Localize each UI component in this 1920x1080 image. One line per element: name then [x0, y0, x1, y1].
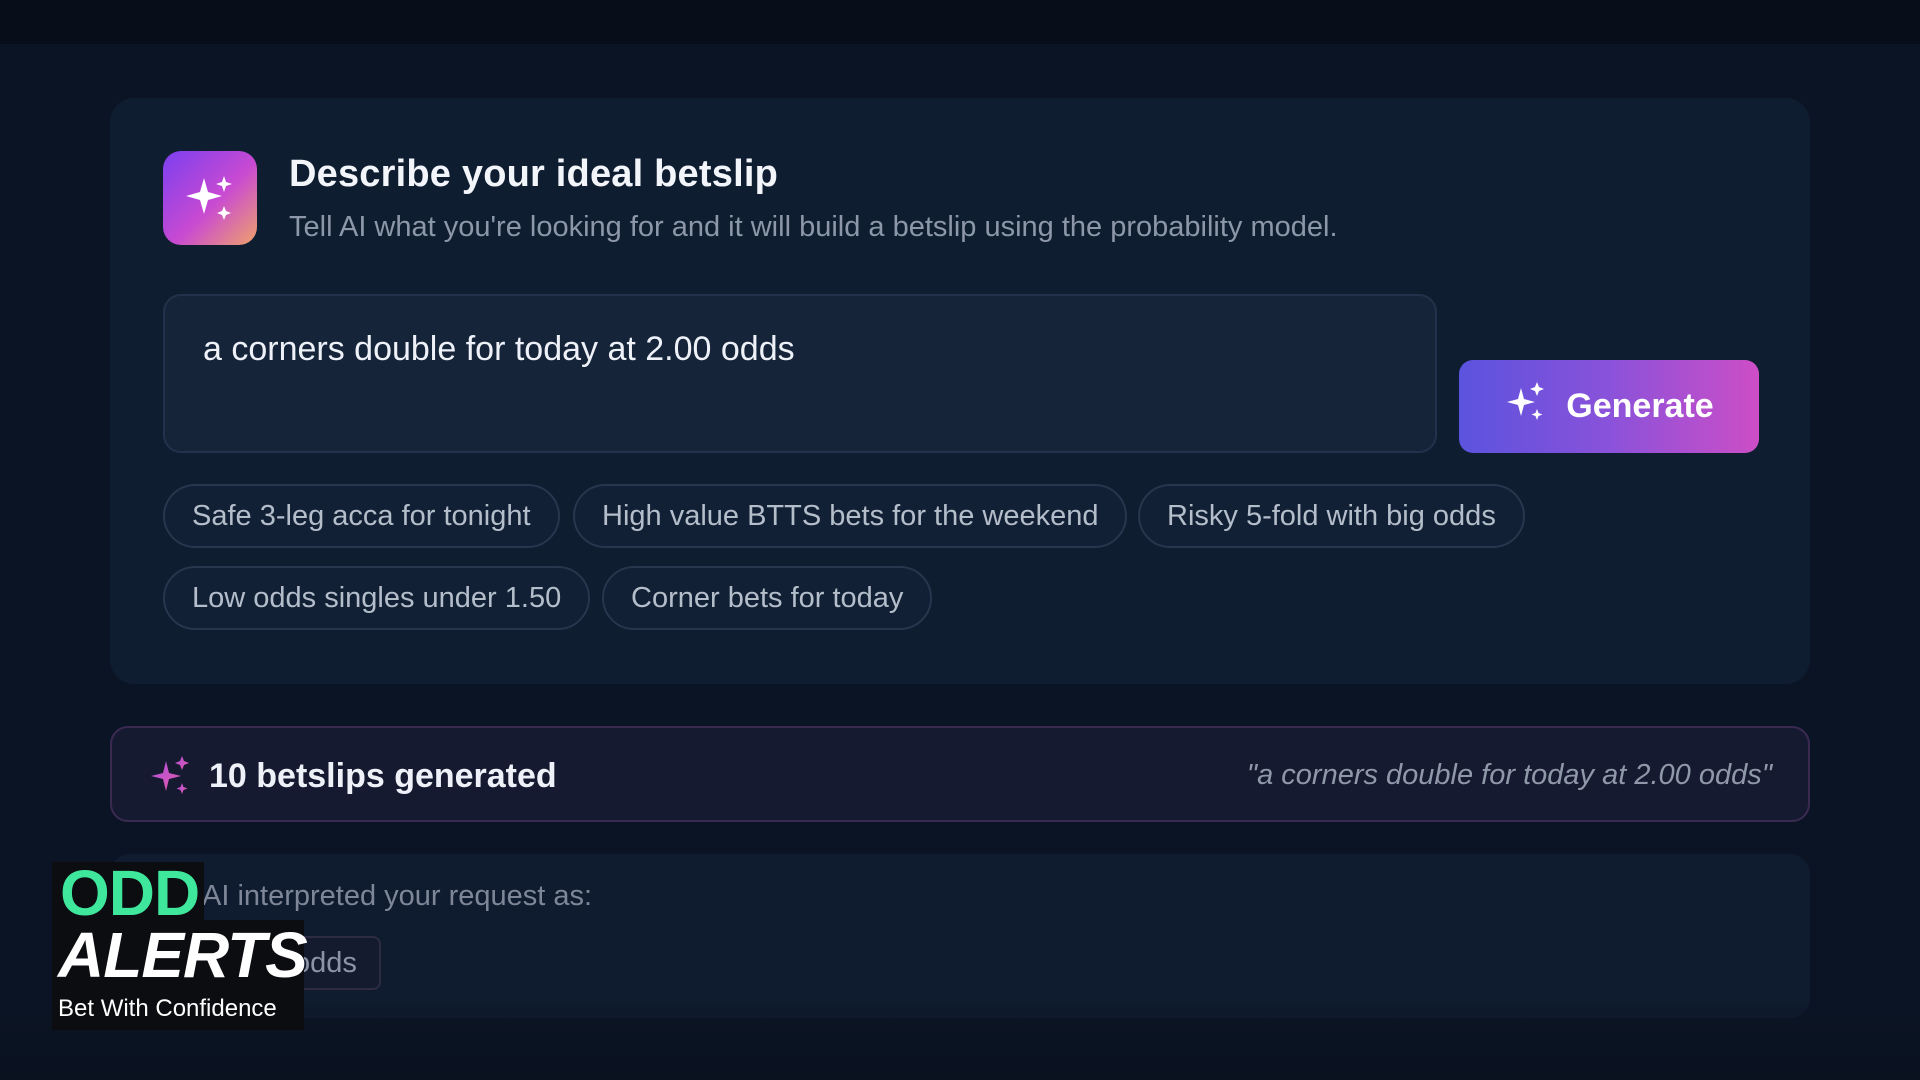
odd-alerts-logo: ODD ALERTS Bet With Confidence: [52, 857, 308, 1030]
logo-alerts-text: ALERTS: [58, 919, 308, 991]
generate-button-label: Generate: [1566, 387, 1714, 425]
top-bar: [0, 0, 1920, 44]
betslip-prompt-card: Describe your ideal betslip Tell AI what…: [110, 98, 1810, 684]
sparkles-icon: [163, 151, 257, 245]
interpretation-card: AI interpreted your request as: odds: [110, 854, 1810, 1018]
card-subtitle: Tell AI what you're looking for and it w…: [289, 211, 1338, 243]
query-echo: "a corners double for today at 2.00 odds…: [1246, 759, 1772, 791]
results-banner: 10 betslips generated "a corners double …: [110, 726, 1810, 822]
suggestion-chip[interactable]: Risky 5-fold with big odds: [1138, 484, 1525, 548]
betslip-prompt-input[interactable]: [163, 294, 1437, 453]
card-title: Describe your ideal betslip: [289, 153, 779, 195]
sparkles-icon: [150, 755, 192, 802]
logo-tagline: Bet With Confidence: [58, 995, 277, 1022]
betslips-count: 10 betslips generated: [209, 757, 557, 795]
suggestion-chip[interactable]: High value BTTS bets for the weekend: [573, 484, 1128, 548]
suggestion-chip[interactable]: Corner bets for today: [602, 566, 933, 630]
suggestion-chip[interactable]: Safe 3-leg acca for tonight: [163, 484, 560, 548]
suggestion-chip[interactable]: Low odds singles under 1.50: [163, 566, 591, 630]
sparkles-icon: [1504, 380, 1548, 433]
generate-button[interactable]: Generate: [1459, 360, 1759, 453]
